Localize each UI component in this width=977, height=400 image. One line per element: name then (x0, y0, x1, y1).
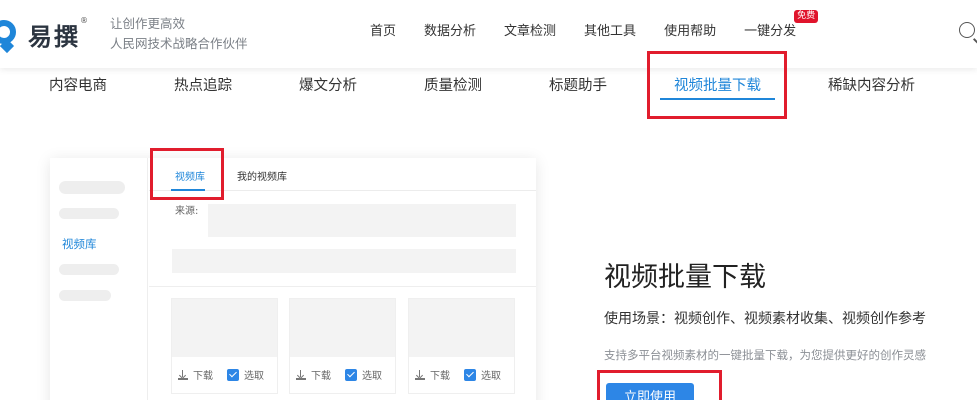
sidebar-placeholder (59, 264, 119, 275)
subnav-item-title-assistant[interactable]: 标题助手 (549, 74, 607, 95)
logo-mark-icon (0, 14, 24, 54)
subnav-item-quality-check[interactable]: 质量检测 (424, 74, 482, 95)
sidebar-item-video-library[interactable]: 视频库 (62, 236, 97, 252)
download-icon[interactable] (415, 369, 425, 380)
checkbox-checked-icon[interactable] (227, 368, 239, 381)
slogan-line-1: 让创作更高效 (110, 16, 186, 31)
nav-item-one-click-publish-label: 一键分发 (744, 24, 797, 39)
feature-description: 支持多平台视频素材的一键批量下载，为您提供更好的创作灵感 (604, 348, 926, 362)
tab-video-library[interactable]: 视频库 (175, 168, 205, 183)
video-thumbnail (172, 299, 277, 357)
main-nav: 首页 数据分析 文章检测 其他工具 使用帮助 一键分发 免费 (370, 10, 824, 42)
tile-actions: 下载 选取 (178, 367, 264, 382)
video-library-preview: 视频库 视频库 我的视频库 来源: 下载 选取 下载 选取 下载 选取 (50, 158, 536, 400)
search-icon[interactable] (959, 22, 975, 38)
checkbox-checked-icon[interactable] (464, 368, 476, 381)
nav-item-article-check[interactable]: 文章检测 (504, 22, 556, 42)
download-label[interactable]: 下载 (311, 367, 331, 382)
subnav-item-hot-tracking[interactable]: 热点追踪 (174, 74, 232, 95)
nav-item-data-analysis[interactable]: 数据分析 (424, 22, 476, 42)
checkbox-checked-icon[interactable] (345, 368, 357, 381)
registered-mark: ® (80, 16, 88, 25)
sidebar-placeholder (59, 208, 119, 219)
download-label[interactable]: 下载 (430, 367, 450, 382)
logo-text: 易撰 (28, 22, 80, 51)
sidebar-placeholder (59, 181, 125, 194)
preview-sidebar: 视频库 (50, 158, 148, 400)
feature-title: 视频批量下载 (604, 262, 766, 293)
nav-item-one-click-publish[interactable]: 一键分发 免费 (744, 10, 819, 42)
nav-item-home[interactable]: 首页 (370, 22, 396, 42)
video-tile: 下载 选取 (408, 298, 515, 394)
video-thumbnail (290, 299, 395, 357)
active-tab-underline (660, 98, 775, 100)
search-bar-placeholder (172, 249, 516, 273)
tile-actions: 下载 选取 (296, 367, 382, 382)
nav-item-other-tools[interactable]: 其他工具 (584, 22, 636, 42)
divider (149, 286, 536, 287)
top-header: 易撰 ® 让创作更高效 人民网技术战略合作伙伴 首页 数据分析 文章检测 其他工… (0, 0, 977, 68)
preview-tab-underline (171, 189, 205, 191)
slogan: 让创作更高效 人民网技术战略合作伙伴 (110, 14, 248, 54)
download-label[interactable]: 下载 (193, 367, 213, 382)
download-icon[interactable] (178, 369, 188, 380)
page: 易撰 ® 让创作更高效 人民网技术战略合作伙伴 首页 数据分析 文章检测 其他工… (0, 0, 977, 400)
download-icon[interactable] (296, 369, 306, 380)
select-label[interactable]: 选取 (362, 367, 382, 382)
nav-item-help[interactable]: 使用帮助 (664, 22, 716, 42)
tab-my-video-library[interactable]: 我的视频库 (237, 168, 287, 183)
select-label[interactable]: 选取 (244, 367, 264, 382)
source-label: 来源: (175, 206, 199, 217)
source-filter-placeholder (208, 204, 516, 237)
slogan-line-2: 人民网技术战略合作伙伴 (110, 36, 248, 51)
video-tile: 下载 选取 (171, 298, 278, 394)
video-tile: 下载 选取 (289, 298, 396, 394)
tile-actions: 下载 选取 (415, 367, 501, 382)
preview-tabs: 视频库 我的视频库 (149, 158, 536, 191)
sidebar-placeholder (59, 290, 111, 301)
video-thumbnail (409, 299, 514, 357)
feature-scenario: 使用场景：视频创作、视频素材收集、视频创作参考 (604, 311, 926, 327)
logo[interactable]: 易撰 ® (0, 12, 88, 56)
use-now-button[interactable]: 立即使用 (606, 383, 694, 400)
select-label[interactable]: 选取 (481, 367, 501, 382)
subnav-item-video-batch-download[interactable]: 视频批量下载 (674, 74, 761, 95)
free-badge: 免费 (794, 10, 819, 23)
subnav-item-ecommerce[interactable]: 内容电商 (49, 74, 107, 95)
subnav-item-viral-analysis[interactable]: 爆文分析 (299, 74, 357, 95)
subnav-item-scarce-content[interactable]: 稀缺内容分析 (828, 74, 915, 95)
feature-subnav: 内容电商 热点追踪 爆文分析 质量检测 标题助手 视频批量下载 稀缺内容分析 (0, 70, 977, 100)
